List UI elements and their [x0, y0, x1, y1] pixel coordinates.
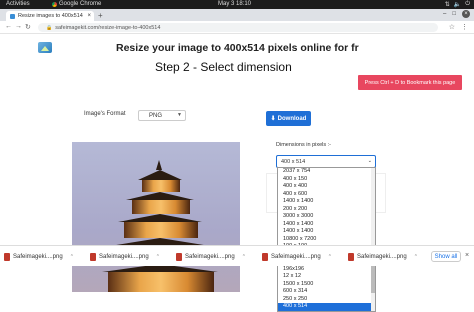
app-name: Google Chrome	[59, 1, 102, 7]
site-logo-icon[interactable]	[38, 42, 52, 53]
download-icon: ⬇	[270, 116, 276, 122]
pagoda-tier	[142, 180, 180, 192]
chevron-down-icon: ▼	[177, 112, 182, 118]
pagoda-spire	[156, 160, 162, 170]
download-label: Download	[277, 115, 307, 122]
chevron-up-icon[interactable]: ⌃	[156, 254, 160, 260]
dropdown-option[interactable]: 600 x 314	[278, 288, 375, 296]
download-button[interactable]: ⬇ Download	[266, 111, 311, 126]
dropdown-option[interactable]: 1500 x 1500	[278, 281, 375, 289]
bookmark-toast[interactable]: Press Ctrl + D to Bookmark this page	[358, 75, 462, 90]
dimensions-dropdown-list[interactable]: 2037 x 754 400 x 150 400 x 400 400 x 600 140…	[277, 167, 376, 312]
download-filename: Safeimageki....png	[185, 253, 235, 260]
format-select[interactable]: PNG ▼	[138, 110, 186, 121]
download-item[interactable]: Safeimageki....png ⌃	[90, 251, 160, 262]
activities-button[interactable]: Activities	[6, 1, 30, 7]
dropdown-option[interactable]: 400 x 400	[278, 183, 375, 191]
chevron-up-icon[interactable]: ⌃	[414, 254, 418, 260]
close-window-icon[interactable]: ×	[462, 10, 470, 18]
tab-close-icon[interactable]: ×	[87, 13, 91, 19]
file-icon	[348, 252, 354, 261]
dropdown-option[interactable]: 400 x 514	[278, 303, 375, 311]
image-preview	[72, 142, 240, 292]
network-icon: ⇅	[444, 2, 450, 8]
pagoda-roof	[126, 192, 194, 200]
chevron-up-icon[interactable]: ⌃	[328, 254, 332, 260]
forward-icon[interactable]: →	[15, 23, 22, 30]
back-icon[interactable]: ←	[5, 23, 12, 30]
download-item[interactable]: Safeimageki....png ⌃	[4, 251, 74, 262]
dropdown-scrollbar-thumb[interactable]	[371, 263, 375, 293]
file-icon	[90, 252, 96, 261]
minimize-icon[interactable]: –	[443, 11, 446, 17]
tab-title: Resize images to 400x514	[18, 13, 83, 19]
browser-tab[interactable]: Resize images to 400x514 ×	[6, 11, 94, 21]
download-item[interactable]: Safeimageki....png ⌃	[262, 251, 332, 262]
reload-icon[interactable]: ↻	[25, 23, 31, 31]
chrome-icon	[52, 1, 57, 7]
favicon-icon	[10, 13, 15, 19]
page-title: Resize your image to 400x514 pixels onli…	[116, 42, 359, 54]
dropdown-option[interactable]: 196x196	[278, 266, 375, 274]
app-menu[interactable]: Google Chrome	[52, 1, 101, 7]
pagoda-tier	[124, 222, 198, 238]
dropdown-option[interactable]: 1400 x 1400	[278, 228, 375, 236]
dimensions-label: Dimensions in pixels :-	[276, 142, 332, 148]
bookmark-star-icon[interactable]: ☆	[449, 23, 455, 31]
window-controls: – □ ×	[443, 10, 470, 18]
dropdown-option[interactable]: 2037 x 754	[278, 168, 375, 176]
power-icon: ⏻	[465, 1, 470, 7]
dropdown-option[interactable]: 250 x 250	[278, 296, 375, 304]
dropdown-option[interactable]: 400 x 150	[278, 176, 375, 184]
dropdown-option[interactable]: 3000 x 3000	[278, 213, 375, 221]
address-bar[interactable]: 🔒 safeimagekit.com/resize-image-to-400x5…	[38, 23, 438, 32]
pagoda-roof	[118, 214, 202, 222]
step-caption: Step 2 - Select dimension	[153, 60, 294, 74]
dropdown-option[interactable]: 1400 x 1400	[278, 221, 375, 229]
pagoda-roof	[138, 170, 182, 180]
dropdown-option[interactable]: 200 x 200	[278, 206, 375, 214]
download-item[interactable]: Safeimageki....png ⌃	[348, 251, 418, 262]
download-filename: Safeimageki....png	[271, 253, 321, 260]
dropdown-option[interactable]: 400 x 600	[278, 191, 375, 199]
new-tab-icon[interactable]: +	[98, 11, 103, 20]
web-page: Resize your image to 400x514 pixels onli…	[0, 35, 474, 312]
downloads-shelf: Show all × Safeimageki....png ⌃ Safeimagek…	[0, 245, 474, 266]
menu-icon[interactable]: ⋮	[461, 23, 468, 31]
show-all-button[interactable]: Show all	[431, 251, 461, 262]
chevron-up-icon[interactable]: ⌃	[242, 254, 246, 260]
download-item[interactable]: Safeimageki....png ⌃	[176, 251, 246, 262]
close-shelf-icon[interactable]: ×	[465, 252, 469, 259]
pagoda-tier	[108, 272, 214, 292]
dimensions-value: 400 x 514	[281, 158, 306, 165]
lock-icon: 🔒	[46, 24, 53, 31]
format-value: PNG	[149, 112, 163, 119]
toolbar-actions: ☆ ⋮	[449, 23, 468, 31]
clock[interactable]: May 3 18:10	[218, 1, 251, 7]
file-icon	[176, 252, 182, 261]
dropdown-option[interactable]: 10800 x 7200	[278, 236, 375, 244]
browser-toolbar: ← → ↻ 🔒 safeimagekit.com/resize-image-to…	[0, 21, 474, 34]
download-filename: Safeimageki....png	[99, 253, 149, 260]
chevron-up-icon[interactable]: ⌃	[70, 254, 74, 260]
system-top-bar: Activities Google Chrome May 3 18:10 ⇅ 🔈…	[0, 0, 474, 9]
pagoda-tier	[132, 200, 190, 214]
dropdown-option[interactable]: 12 x 12	[278, 273, 375, 281]
maximize-icon[interactable]: □	[452, 11, 456, 17]
system-tray[interactable]: ⇅ 🔈 ⏻	[445, 1, 470, 8]
volume-icon: 🔈	[453, 2, 462, 8]
format-label: Image's Format	[84, 111, 126, 117]
file-icon	[262, 252, 268, 261]
tab-strip: Resize images to 400x514 × + – □ ×	[0, 9, 474, 21]
url-text: safeimagekit.com/resize-image-to-400x514	[55, 24, 161, 31]
download-filename: Safeimageki....png	[357, 253, 407, 260]
file-icon	[4, 252, 10, 261]
download-filename: Safeimageki....png	[13, 253, 63, 260]
dropdown-option[interactable]: 1400 x 1400	[278, 198, 375, 206]
chevron-down-icon: ⌄	[367, 158, 372, 164]
